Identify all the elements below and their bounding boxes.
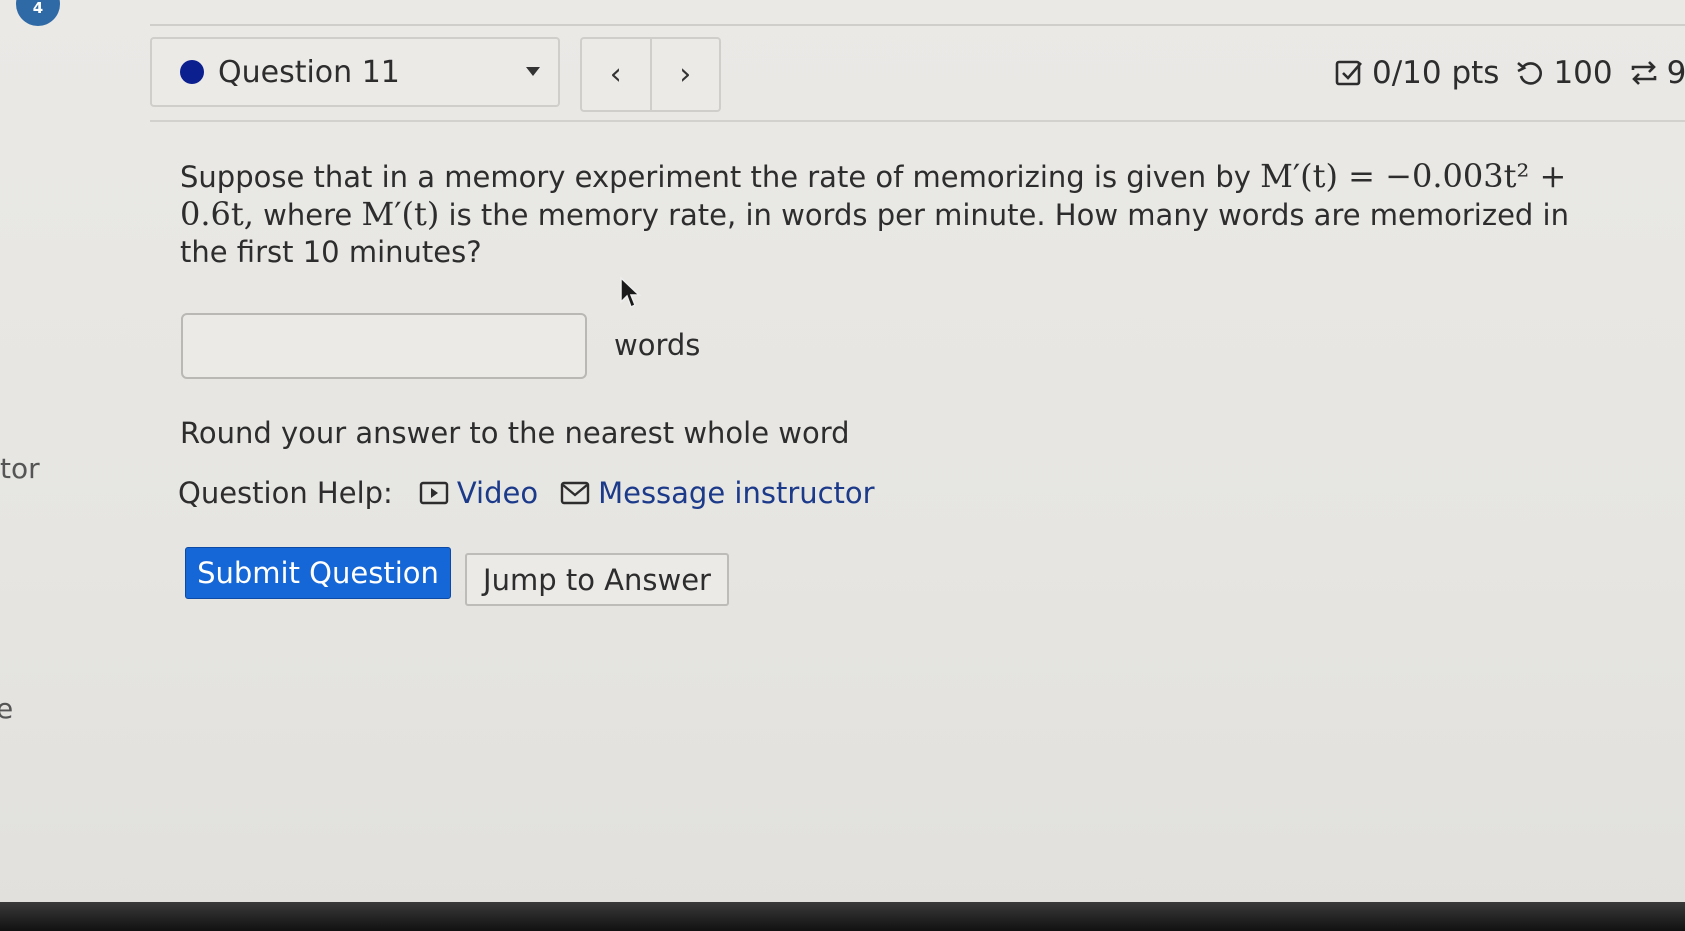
question-text-part-1: Suppose that in a memory experiment the …: [180, 160, 1261, 194]
repeat-icon: [1631, 61, 1656, 85]
envelope-icon: [560, 481, 590, 505]
message-instructor-link[interactable]: Message instructor: [560, 476, 875, 510]
chevron-left-icon: ‹: [609, 57, 622, 92]
message-instructor-label: Message instructor: [598, 476, 875, 510]
retries-value: 100: [1553, 55, 1613, 91]
submit-question-button[interactable]: Submit Question: [185, 547, 451, 599]
undo-icon: [1517, 62, 1543, 85]
screen-bezel: [0, 902, 1685, 931]
play-box-icon: [419, 481, 449, 505]
question-select-label: Question 11: [218, 54, 400, 90]
attempts-value: 9: [1666, 55, 1685, 91]
side-text-fragment: tor: [0, 452, 40, 485]
video-help-link[interactable]: Video: [419, 476, 538, 510]
question-text-part-2: where: [253, 198, 362, 232]
side-text-fragment-2: e: [0, 692, 14, 725]
video-help-label: Video: [456, 476, 539, 510]
side-step-badge[interactable]: 4: [16, 0, 60, 26]
answer-unit-label: words: [614, 328, 701, 362]
question-status-dot: [180, 60, 204, 84]
chevron-right-icon: ›: [679, 57, 692, 92]
top-divider: [150, 24, 1685, 26]
mouse-cursor-icon: [620, 276, 641, 309]
answer-input[interactable]: [181, 313, 587, 379]
points-value: 0/10 pts: [1372, 55, 1500, 91]
question-help-label: Question Help:: [178, 476, 393, 510]
header-divider: [150, 120, 1685, 122]
question-help-row: Question Help: Video Message instructor: [178, 476, 897, 510]
score-status: 0/10 pts 100 9: [1334, 55, 1685, 91]
jump-to-answer-button[interactable]: Jump to Answer: [465, 553, 729, 606]
question-navigation: ‹ ›: [580, 37, 721, 112]
caret-down-icon: [526, 67, 540, 76]
question-text: Suppose that in a memory experiment the …: [180, 158, 1620, 271]
question-select-dropdown[interactable]: Question 11: [150, 37, 560, 107]
rounding-instruction: Round your answer to the nearest whole w…: [180, 416, 850, 450]
checkbox-icon: [1335, 60, 1362, 86]
previous-question-button[interactable]: ‹: [582, 39, 650, 110]
rate-symbol: M′(t): [361, 195, 440, 233]
page: 4 tor e Question 11 ‹ › 0/10 pts 100 9 S…: [0, 0, 1685, 931]
next-question-button[interactable]: ›: [649, 39, 720, 110]
